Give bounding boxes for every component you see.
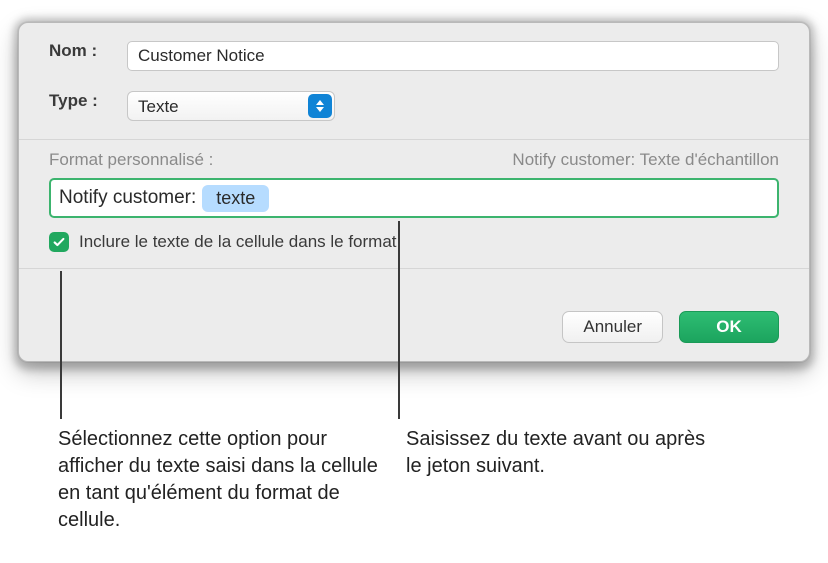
callout-checkbox: Sélectionnez cette option pour afficher … <box>58 426 378 534</box>
name-row: Nom : <box>19 23 809 85</box>
text-token[interactable]: texte <box>202 185 269 212</box>
callout-line-format <box>398 221 400 419</box>
format-field[interactable]: Notify customer: texte <box>49 178 779 218</box>
checkmark-icon <box>52 235 66 249</box>
include-text-checkbox[interactable] <box>49 232 69 252</box>
format-prefix-text: Notify customer: <box>59 187 196 209</box>
format-header: Format personnalisé : Notify customer: T… <box>19 140 809 178</box>
name-input[interactable] <box>127 41 779 71</box>
callouts: Sélectionnez cette option pour afficher … <box>58 426 788 534</box>
ok-button[interactable]: OK <box>679 311 779 343</box>
type-label: Type : <box>49 91 127 111</box>
format-field-container: Notify customer: texte <box>19 178 809 218</box>
type-select-wrap: Texte <box>127 91 335 121</box>
type-select[interactable]: Texte <box>127 91 335 121</box>
divider-bottom <box>19 268 809 269</box>
callout-line-checkbox <box>60 271 62 419</box>
format-label: Format personnalisé : <box>49 150 213 170</box>
include-text-row: Inclure le texte de la cellule dans le f… <box>19 218 809 252</box>
name-label: Nom : <box>49 41 127 61</box>
type-row: Type : Texte <box>19 85 809 137</box>
include-text-label: Inclure le texte de la cellule dans le f… <box>79 232 397 252</box>
dialog-buttons: Annuler OK <box>562 311 779 343</box>
format-preview: Notify customer: Texte d'échantillon <box>512 150 779 170</box>
cancel-button[interactable]: Annuler <box>562 311 663 343</box>
callout-format: Saisissez du texte avant ou après le jet… <box>406 426 706 534</box>
custom-format-dialog: Nom : Type : Texte Format personnalisé :… <box>18 22 810 362</box>
